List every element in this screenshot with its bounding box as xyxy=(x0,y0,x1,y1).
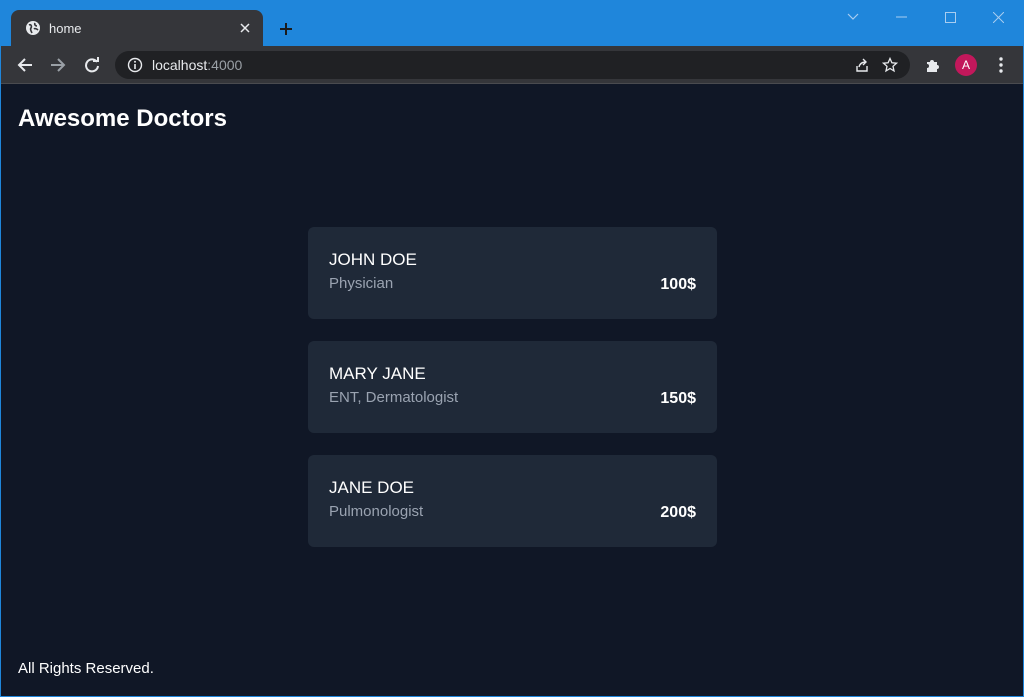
browser-window: home localhost:4000 A Awesome Doctors JO… xyxy=(1,1,1023,696)
info-icon[interactable] xyxy=(127,57,143,73)
doctor-name: MARY JANE xyxy=(329,364,426,383)
doctor-name: JANE DOE xyxy=(329,478,415,497)
doctor-card[interactable]: JOHN DOE Physician 100$ xyxy=(308,227,717,319)
close-window-icon[interactable] xyxy=(975,5,1021,29)
browser-tab[interactable]: home xyxy=(11,10,263,46)
url-text: localhost:4000 xyxy=(152,57,848,73)
kebab-menu-icon[interactable] xyxy=(987,51,1015,79)
doctor-price: 150$ xyxy=(660,390,696,407)
globe-icon xyxy=(25,20,41,36)
url-host: localhost xyxy=(152,57,208,73)
forward-icon[interactable] xyxy=(44,51,72,79)
maximize-icon[interactable] xyxy=(927,5,973,29)
doctor-card[interactable]: JANE DOE Pulmonologist 200$ xyxy=(308,455,717,547)
doctor-name: JOHN DOE xyxy=(329,250,417,269)
star-icon[interactable] xyxy=(876,51,904,79)
page-content: Awesome Doctors JOHN DOE Physician 100$ … xyxy=(1,85,1023,696)
close-icon[interactable] xyxy=(235,18,255,38)
doctor-specialty: Pulmonologist xyxy=(329,503,424,520)
page-title: Awesome Doctors xyxy=(18,105,227,132)
doctor-card[interactable]: MARY JANE ENT, Dermatologist 150$ xyxy=(308,341,717,433)
doctor-price: 200$ xyxy=(660,504,696,521)
avatar[interactable]: A xyxy=(955,54,977,76)
footer-text: All Rights Reserved. xyxy=(18,660,154,677)
url-port: :4000 xyxy=(207,57,243,73)
share-icon[interactable] xyxy=(848,51,876,79)
doctor-price: 100$ xyxy=(660,276,696,293)
doctor-specialty: Physician xyxy=(329,275,394,292)
address-bar[interactable]: localhost:4000 xyxy=(115,51,910,79)
minimize-icon[interactable] xyxy=(878,5,924,29)
tab-title: home xyxy=(49,20,82,36)
doctor-list: JOHN DOE Physician 100$ MARY JANE ENT, D… xyxy=(308,227,717,569)
reload-icon[interactable] xyxy=(78,51,106,79)
puzzle-icon[interactable] xyxy=(919,51,947,79)
tab-strip: home xyxy=(1,1,1023,46)
chevron-down-icon[interactable] xyxy=(830,5,876,29)
plus-icon[interactable] xyxy=(273,16,299,42)
doctor-specialty: ENT, Dermatologist xyxy=(329,389,459,406)
browser-toolbar: localhost:4000 A xyxy=(1,46,1023,84)
back-icon[interactable] xyxy=(11,51,39,79)
